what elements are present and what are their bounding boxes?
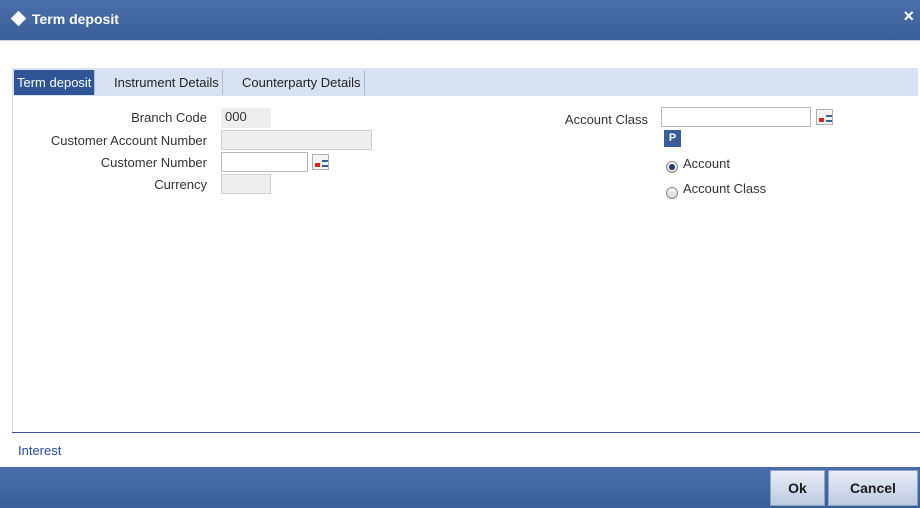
lov-arrow-icon xyxy=(315,163,320,167)
customer-account-number-field[interactable] xyxy=(221,130,372,150)
customer-number-field[interactable] xyxy=(221,152,308,172)
tab-instrument-details[interactable]: Instrument Details xyxy=(111,70,223,95)
window-title: Term deposit xyxy=(32,11,119,27)
content-bottom-border xyxy=(12,432,920,433)
customer-account-number-label: Customer Account Number xyxy=(50,133,207,148)
window-title-bar: Term deposit × xyxy=(0,0,920,40)
title-divider xyxy=(0,40,920,41)
content-left-border xyxy=(12,96,13,432)
customer-number-lov-button[interactable] xyxy=(312,154,329,170)
account-class-lov-button[interactable] xyxy=(816,109,833,125)
radio-account-class[interactable] xyxy=(666,187,678,199)
ok-button[interactable]: Ok xyxy=(770,470,825,506)
radio-account-label[interactable]: Account xyxy=(683,156,730,171)
branch-code-label: Branch Code xyxy=(131,110,207,125)
customer-number-label: Customer Number xyxy=(100,155,207,170)
close-icon[interactable]: × xyxy=(903,6,914,27)
tab-strip: Term deposit Instrument Details Counterp… xyxy=(12,68,918,96)
branch-code-field[interactable]: 000 xyxy=(221,108,271,128)
tab-counterparty-details[interactable]: Counterparty Details xyxy=(239,70,365,95)
account-class-field[interactable] xyxy=(661,107,811,127)
currency-field[interactable] xyxy=(221,174,271,194)
cancel-button[interactable]: Cancel xyxy=(828,470,918,506)
lov-arrow-icon xyxy=(819,118,824,122)
account-class-label: Account Class xyxy=(564,112,648,127)
radio-account-class-label[interactable]: Account Class xyxy=(683,181,766,196)
radio-account[interactable] xyxy=(666,161,678,173)
tab-term-deposit[interactable]: Term deposit xyxy=(14,70,96,95)
interest-link[interactable]: Interest xyxy=(18,443,61,458)
diamond-icon xyxy=(10,10,27,27)
currency-label: Currency xyxy=(154,177,207,192)
p-button[interactable]: P xyxy=(664,130,681,147)
